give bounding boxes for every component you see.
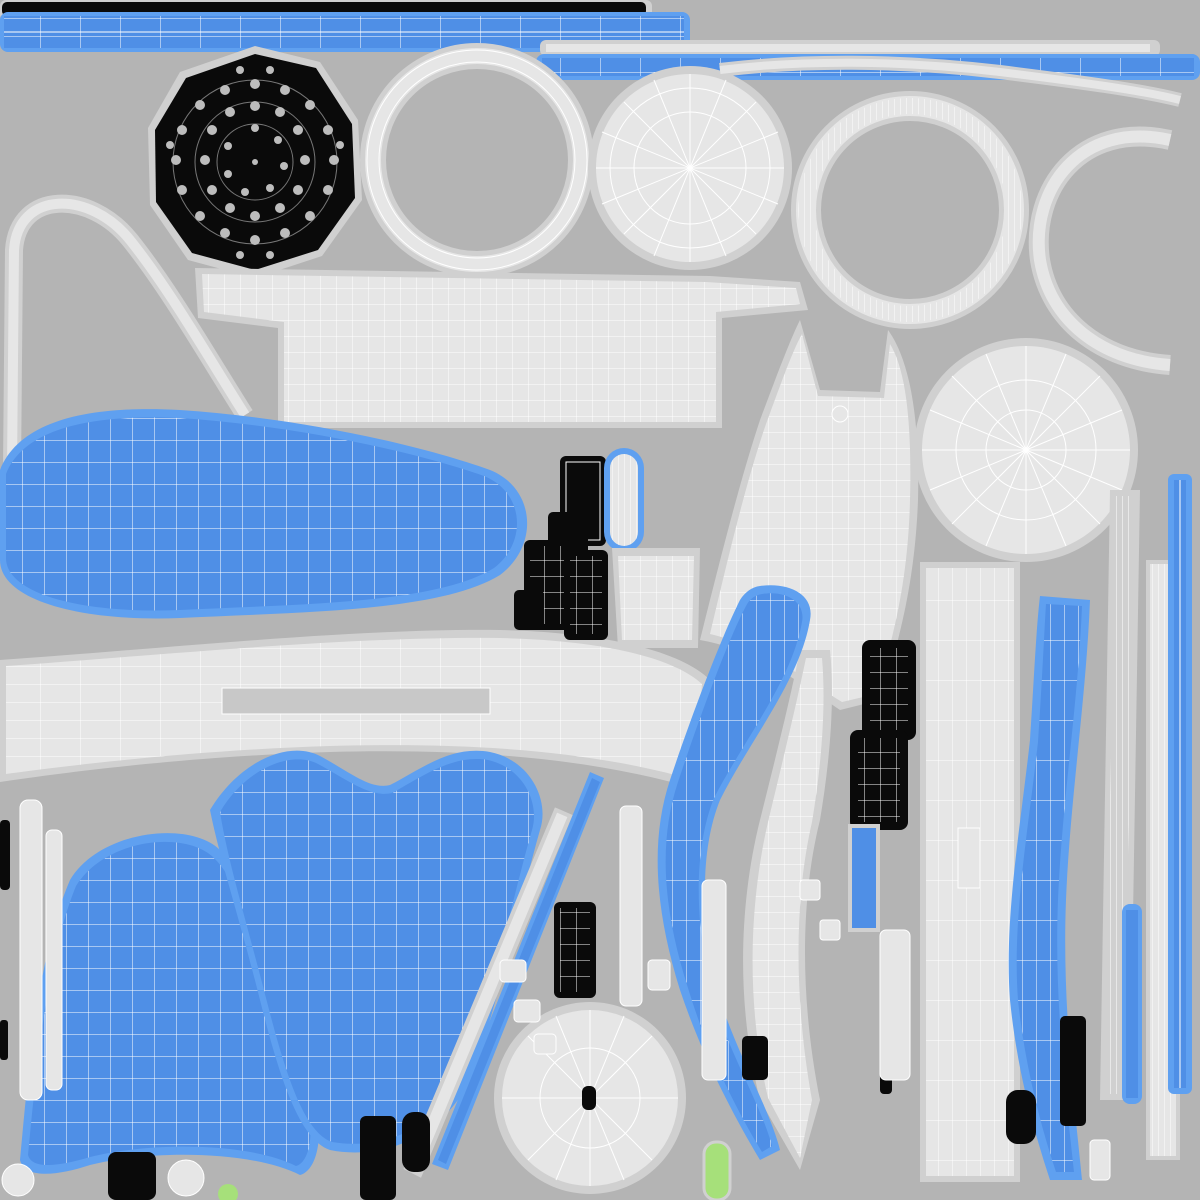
uv-layout-canvas [0, 0, 1200, 1200]
blue-small-strip-right [1122, 904, 1142, 1104]
black-pill-bottom-2 [1006, 1090, 1036, 1144]
disc-right [914, 338, 1138, 562]
blue-thin-strip-right [1168, 474, 1192, 1094]
black-tab-left-2 [0, 1020, 8, 1060]
dotted-disc-black [148, 46, 362, 278]
grey-cup-panel [612, 548, 700, 648]
vertical-strip-grey-1 [920, 562, 1020, 1182]
black-small-1 [742, 1036, 768, 1080]
small-disc-bottom [494, 1002, 686, 1194]
arched-panel [195, 268, 808, 428]
blue-small-block [848, 824, 880, 932]
black-small-2 [1060, 1016, 1086, 1126]
black-cluster-bottom [554, 902, 596, 998]
black-tab-left-1 [0, 820, 10, 890]
black-block-bottom-2 [108, 1152, 156, 1200]
black-capsule-blue [604, 448, 644, 552]
top-right-strip-grey [540, 40, 1160, 56]
black-pill-bottom-1 [402, 1112, 430, 1172]
green-component-1 [702, 1140, 732, 1200]
fan-disc [588, 66, 792, 270]
black-block-bottom-1 [360, 1116, 396, 1200]
